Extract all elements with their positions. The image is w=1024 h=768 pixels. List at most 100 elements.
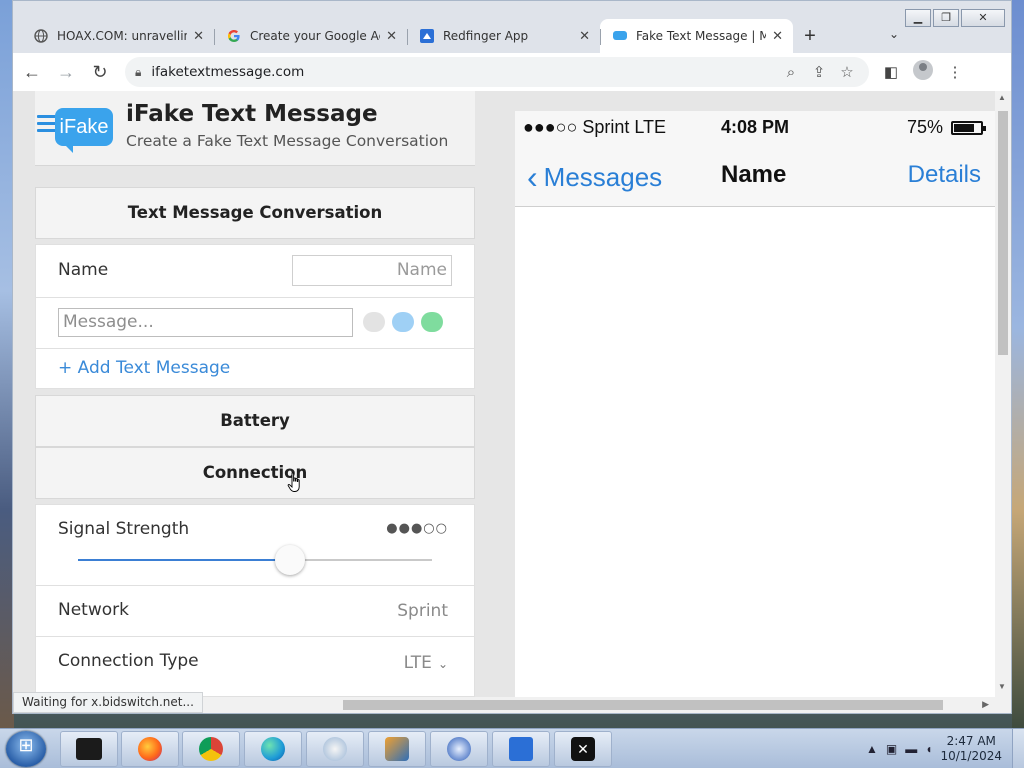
bookmark-star-icon[interactable]: ☆ xyxy=(833,63,861,81)
firefox-icon[interactable] xyxy=(121,731,179,767)
url-text[interactable]: ifaketextmessage.com xyxy=(151,64,777,80)
new-tab-button[interactable]: + xyxy=(793,19,827,53)
back-label: Messages xyxy=(543,162,663,192)
share-icon[interactable]: ⇪ xyxy=(805,63,833,81)
network-label: Network xyxy=(58,600,129,620)
blue-bubble-option[interactable] xyxy=(392,312,414,332)
signal-strength-label: Signal Strength xyxy=(58,519,190,539)
virtualbox-icon[interactable] xyxy=(368,731,426,767)
connection-type-label: Connection Type xyxy=(58,651,199,671)
vertical-scroll-thumb[interactable] xyxy=(998,111,1008,355)
tab-fake-text-message[interactable]: Fake Text Message | Ma ✕ xyxy=(600,19,793,53)
system-tray: ▲ ▣ ▬ ◖ 2:47 AM 10/1/2024 xyxy=(866,729,1024,768)
tab-close-icon[interactable]: ✕ xyxy=(772,28,783,44)
capcut-icon[interactable]: ✕ xyxy=(554,731,612,767)
minimize-button[interactable]: ▁ xyxy=(905,9,931,27)
tab-redfinger[interactable]: Redfinger App ✕ xyxy=(407,19,600,53)
tray-app-icon[interactable]: ▣ xyxy=(886,742,897,756)
tab-google-account[interactable]: Create your Google Acc ✕ xyxy=(214,19,407,53)
phone-preview: ●●●○○ Sprint LTE 4:08 PM 75% ‹ Messages N… xyxy=(515,111,995,697)
network-row: Network Sprint xyxy=(35,586,475,637)
show-desktop-button[interactable] xyxy=(1012,729,1024,768)
tab-title: Fake Text Message | Ma xyxy=(636,29,767,43)
vertical-scrollbar[interactable]: ▲ ▼ xyxy=(995,91,1011,697)
reload-icon[interactable]: ↻ xyxy=(85,57,115,87)
edge-icon[interactable] xyxy=(244,731,302,767)
side-panel-icon[interactable]: ◧ xyxy=(875,63,907,81)
tab-close-icon[interactable]: ✕ xyxy=(193,28,204,44)
scroll-right-arrow-icon[interactable]: ▶ xyxy=(982,699,989,710)
connection-panel-header[interactable]: Connection xyxy=(35,447,475,499)
tab-title: Create your Google Acc xyxy=(250,29,381,43)
name-label: Name xyxy=(58,260,109,280)
toolbar-right: ◧ ⋮ xyxy=(875,60,971,84)
tab-title: HOAX.COM: unravelling xyxy=(57,29,188,43)
connection-type-select[interactable]: LTE ⌄ xyxy=(404,653,448,673)
add-message-row: + Add Text Message xyxy=(35,349,475,389)
message-row: Message... xyxy=(35,298,475,349)
network-icon[interactable]: ▬ xyxy=(905,742,917,756)
volume-icon[interactable]: ◖ xyxy=(925,742,932,756)
tab-title: Redfinger App xyxy=(443,29,529,43)
profile-avatar-icon[interactable] xyxy=(907,60,939,84)
phone-time: 4:08 PM xyxy=(721,117,790,137)
tab-close-icon[interactable]: ✕ xyxy=(579,28,590,44)
messages-back-link[interactable]: ‹ Messages xyxy=(527,159,662,196)
taskbar-app-dark-icon[interactable] xyxy=(60,731,118,767)
scroll-up-arrow-icon[interactable]: ▲ xyxy=(998,93,1006,102)
signal-strength-row: Signal Strength ●●●○○ xyxy=(35,504,475,586)
taskbar-clock[interactable]: 2:47 AM 10/1/2024 xyxy=(940,734,1002,764)
zoom-magnifier-icon[interactable]: ⌕ xyxy=(777,64,805,81)
chevron-left-icon: ‹ xyxy=(527,159,538,195)
close-window-button[interactable]: ✕ xyxy=(961,9,1005,27)
site-subtitle: Create a Fake Text Message Conversation xyxy=(126,132,449,150)
site-title: iFake Text Message xyxy=(126,101,378,127)
signal-slider-track[interactable] xyxy=(78,559,432,561)
conversation-panel-header[interactable]: Text Message Conversation xyxy=(35,187,475,239)
site-logo[interactable]: iFake xyxy=(55,108,113,153)
contact-name-title: Name xyxy=(721,161,787,188)
name-input[interactable]: Name xyxy=(292,255,452,286)
quiz-app-icon[interactable] xyxy=(430,731,488,767)
message-input[interactable]: Message... xyxy=(58,308,353,337)
scroll-down-arrow-icon[interactable]: ▼ xyxy=(998,682,1006,691)
name-row: Name Name xyxy=(35,244,475,298)
editor-column: iFake iFake Text Message Create a Fake T… xyxy=(35,91,475,697)
window-controls: ▁ ❐ ✕ xyxy=(905,9,1005,27)
browser-toolbar: ← → ↻ 🔒︎ ifaketextmessage.com ⌕ ⇪ ☆ ◧ ⋮ xyxy=(13,53,1011,91)
maximize-button[interactable]: ❐ xyxy=(933,9,959,27)
green-bubble-option[interactable] xyxy=(421,312,443,332)
gray-bubble-option[interactable] xyxy=(363,312,385,332)
tab-strip: HOAX.COM: unravelling ✕ Create your Goog… xyxy=(21,19,827,53)
tab-close-icon[interactable]: ✕ xyxy=(386,28,397,44)
details-link[interactable]: Details xyxy=(908,161,981,189)
connection-type-row: Connection Type LTE ⌄ xyxy=(35,637,475,697)
windows-taskbar: ✕ ▲ ▣ ▬ ◖ 2:47 AM 10/1/2024 xyxy=(0,728,1024,768)
tab-search-chevron-icon[interactable]: ⌄ xyxy=(889,27,899,41)
battery-percent: 75% xyxy=(906,117,943,137)
carrier-text: ●●●○○ Sprint LTE xyxy=(523,117,667,137)
media-center-icon[interactable] xyxy=(306,731,364,767)
add-text-message-link[interactable]: + Add Text Message xyxy=(58,358,230,378)
battery-panel-header[interactable]: Battery xyxy=(35,395,475,447)
page-content: iFake iFake Text Message Create a Fake T… xyxy=(13,91,1011,697)
signal-slider-knob[interactable] xyxy=(275,545,306,575)
battery-icon xyxy=(951,120,986,135)
tab-hoax[interactable]: HOAX.COM: unravelling ✕ xyxy=(21,19,214,53)
browser-titlebar: HOAX.COM: unravelling ✕ Create your Goog… xyxy=(13,1,1011,53)
network-value[interactable]: Sprint xyxy=(397,601,448,621)
more-menu-icon[interactable]: ⋮ xyxy=(939,63,971,81)
chrome-icon[interactable] xyxy=(182,731,240,767)
lock-icon[interactable]: 🔒︎ xyxy=(135,65,141,80)
globe-icon xyxy=(33,28,49,44)
address-bar[interactable]: 🔒︎ ifaketextmessage.com ⌕ ⇪ ☆ xyxy=(125,57,869,87)
forward-arrow-icon[interactable]: → xyxy=(51,57,81,87)
browser-window: HOAX.COM: unravelling ✕ Create your Goog… xyxy=(12,0,1012,714)
hamburger-menu-icon[interactable] xyxy=(37,115,57,133)
start-button[interactable] xyxy=(6,731,46,767)
tray-expand-icon[interactable]: ▲ xyxy=(866,742,878,756)
horizontal-scroll-thumb[interactable] xyxy=(343,700,943,710)
redfinger-taskbar-icon[interactable] xyxy=(492,731,550,767)
phone-nav-bar: ‹ Messages Name Details xyxy=(515,141,995,207)
back-arrow-icon[interactable]: ← xyxy=(17,57,47,87)
